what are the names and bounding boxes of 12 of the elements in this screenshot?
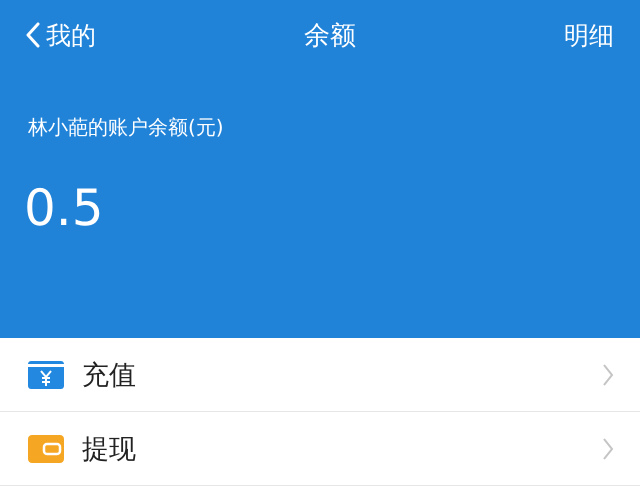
wallet-icon [28,434,64,462]
balance-amount: 0.5 [24,179,105,237]
menu-item[interactable]: 提现 [0,412,640,486]
balance-label: 林小葩的账户余额(元) [28,114,225,141]
page-title: 余额 [304,20,356,52]
back-link[interactable]: 我的 [26,18,96,52]
chevron-icon [602,436,614,460]
details-link[interactable]: 明细 [564,18,614,52]
menu-item[interactable]: 充值 [0,338,640,412]
back-icon [26,22,40,48]
chevron-icon [602,362,614,386]
card-icon [28,360,64,388]
